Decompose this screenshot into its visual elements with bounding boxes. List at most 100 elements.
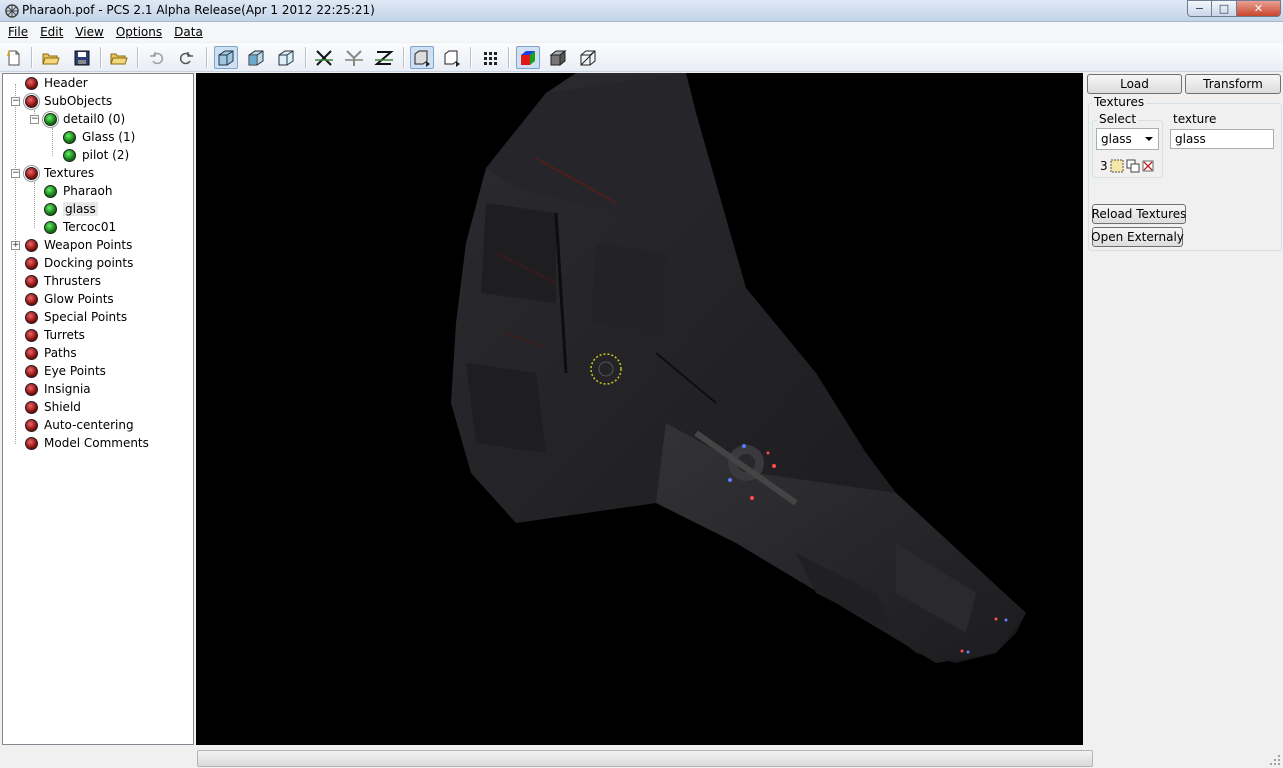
red-node-icon bbox=[25, 400, 38, 414]
texture-label: texture bbox=[1171, 112, 1219, 126]
red-node-icon bbox=[25, 382, 38, 396]
expander-weapon-points[interactable]: + bbox=[11, 241, 20, 250]
textured-view-button[interactable] bbox=[244, 46, 268, 69]
reload-textures-button[interactable]: Reload Textures bbox=[1092, 204, 1186, 224]
tree-item-label: Eye Points bbox=[44, 364, 106, 378]
select-image-icon[interactable] bbox=[1110, 159, 1124, 173]
texture-name-input[interactable]: glass bbox=[1170, 129, 1274, 149]
tree-item-eye-points[interactable]: Eye Points bbox=[25, 362, 106, 380]
mirror-z-button[interactable] bbox=[372, 46, 396, 69]
tree-item-label: Glow Points bbox=[44, 292, 114, 306]
transform-button[interactable]: Transform bbox=[1185, 74, 1281, 94]
tree-item-detail0[interactable]: detail0 (0) bbox=[42, 110, 126, 128]
cube-wire-button[interactable] bbox=[576, 46, 600, 69]
tree-item-glass-subobject[interactable]: Glass (1) bbox=[63, 128, 135, 146]
tree-item-textures[interactable]: Textures bbox=[23, 164, 94, 182]
mirror-y-button[interactable] bbox=[342, 46, 366, 69]
undo-icon bbox=[150, 51, 164, 64]
red-node-icon bbox=[25, 346, 38, 360]
textures-group-title: Textures bbox=[1092, 95, 1147, 109]
minimize-button[interactable]: − bbox=[1187, 0, 1212, 17]
tree-item-label: Special Points bbox=[44, 310, 128, 324]
new-button[interactable] bbox=[2, 46, 26, 69]
wireframe-view-button[interactable] bbox=[274, 46, 298, 69]
tree-item-label: Turrets bbox=[44, 328, 85, 342]
delete-image-icon[interactable] bbox=[1142, 160, 1154, 172]
copy-image-icon[interactable] bbox=[1126, 159, 1140, 173]
tree-item-label: Weapon Points bbox=[44, 238, 133, 252]
tree-item-paths[interactable]: Paths bbox=[25, 344, 77, 362]
tree-item-special-points[interactable]: Special Points bbox=[25, 308, 127, 326]
tree-item-docking-points[interactable]: Docking points bbox=[25, 254, 133, 272]
color-button[interactable] bbox=[516, 46, 540, 69]
menu-view[interactable]: View bbox=[69, 25, 109, 39]
tree-item-thrusters[interactable]: Thrusters bbox=[25, 272, 101, 290]
mirror-x-icon bbox=[315, 49, 333, 66]
tree-item-subobjects[interactable]: SubObjects bbox=[23, 92, 112, 110]
expander-textures[interactable]: − bbox=[11, 169, 20, 178]
tree-item-label: detail0 (0) bbox=[63, 112, 126, 126]
wireframe-view-icon bbox=[278, 50, 294, 65]
ship-model-render bbox=[451, 73, 1026, 663]
resize-grip-icon[interactable] bbox=[1269, 754, 1281, 766]
open-button[interactable] bbox=[39, 46, 63, 69]
save-button[interactable] bbox=[70, 46, 94, 69]
mirror-z-icon bbox=[374, 50, 394, 65]
lod-next-button[interactable] bbox=[440, 46, 464, 69]
tree-item-shield[interactable]: Shield bbox=[25, 398, 81, 416]
cube-shaded-button[interactable] bbox=[546, 46, 570, 69]
grid-button[interactable] bbox=[478, 46, 502, 69]
menu-data[interactable]: Data bbox=[168, 25, 209, 39]
close-button[interactable]: ✕ bbox=[1237, 0, 1281, 17]
tree-item-label: Header bbox=[44, 76, 88, 90]
tree-item-weapon-points[interactable]: Weapon Points bbox=[25, 236, 132, 254]
tree-item-header[interactable]: Header bbox=[25, 74, 88, 92]
tree-item-model-comments[interactable]: Model Comments bbox=[25, 434, 149, 452]
save-icon bbox=[74, 50, 90, 65]
red-node-icon bbox=[25, 238, 38, 252]
menu-data-label: Data bbox=[174, 25, 203, 39]
open-folder-button[interactable] bbox=[107, 46, 131, 69]
expander-subobjects[interactable]: − bbox=[11, 97, 20, 106]
tree-item-label: pilot (2) bbox=[82, 148, 130, 162]
menu-options[interactable]: Options bbox=[110, 25, 168, 39]
red-node-icon bbox=[25, 76, 38, 90]
tree-item-label: Auto-centering bbox=[44, 418, 134, 432]
model-tree[interactable]: − − − + Header SubObjects detail0 (0) Gl… bbox=[2, 73, 194, 745]
horizontal-scrollbar[interactable] bbox=[197, 750, 1093, 767]
menu-edit[interactable]: Edit bbox=[34, 25, 69, 39]
load-button[interactable]: Load bbox=[1087, 74, 1182, 94]
tree-item-auto-centering[interactable]: Auto-centering bbox=[25, 416, 134, 434]
color-icon bbox=[521, 50, 535, 65]
tree-item-glow-points[interactable]: Glow Points bbox=[25, 290, 114, 308]
open-externally-button[interactable]: Open Externaly bbox=[1091, 227, 1184, 247]
expander-detail0[interactable]: − bbox=[30, 115, 39, 124]
green-node-icon bbox=[63, 130, 76, 144]
grid-icon bbox=[484, 51, 497, 65]
model-viewport[interactable] bbox=[196, 73, 1083, 745]
toolbar bbox=[0, 43, 1283, 72]
texture-select-value: glass bbox=[1101, 132, 1132, 146]
tree-item-pilot[interactable]: pilot (2) bbox=[63, 146, 129, 164]
tree-item-insignia[interactable]: Insignia bbox=[25, 380, 91, 398]
tree-item-texture-tercoc01[interactable]: Tercoc01 bbox=[44, 218, 116, 236]
red-node-icon bbox=[25, 310, 38, 324]
menu-edit-label: Edit bbox=[40, 25, 64, 39]
mirror-x-button[interactable] bbox=[312, 46, 336, 69]
tree-item-label: Tercoc01 bbox=[63, 220, 117, 234]
cube-wire-icon bbox=[580, 50, 596, 65]
tree-item-label: Thrusters bbox=[44, 274, 101, 288]
maximize-button[interactable]: □ bbox=[1212, 0, 1237, 17]
red-node-icon bbox=[23, 92, 40, 110]
menu-file[interactable]: File bbox=[2, 25, 34, 39]
tree-item-turrets[interactable]: Turrets bbox=[25, 326, 85, 344]
texture-select[interactable]: glass bbox=[1096, 128, 1159, 150]
solid-view-button[interactable] bbox=[214, 46, 238, 69]
cube-shaded-icon bbox=[549, 49, 567, 66]
lod-button[interactable] bbox=[410, 46, 434, 69]
undo-button[interactable] bbox=[145, 46, 169, 69]
redo-button[interactable] bbox=[174, 46, 198, 69]
tree-item-texture-pharaoh[interactable]: Pharaoh bbox=[44, 182, 112, 200]
menu-options-label: Options bbox=[115, 25, 163, 39]
tree-item-texture-glass[interactable]: glass bbox=[44, 200, 98, 218]
